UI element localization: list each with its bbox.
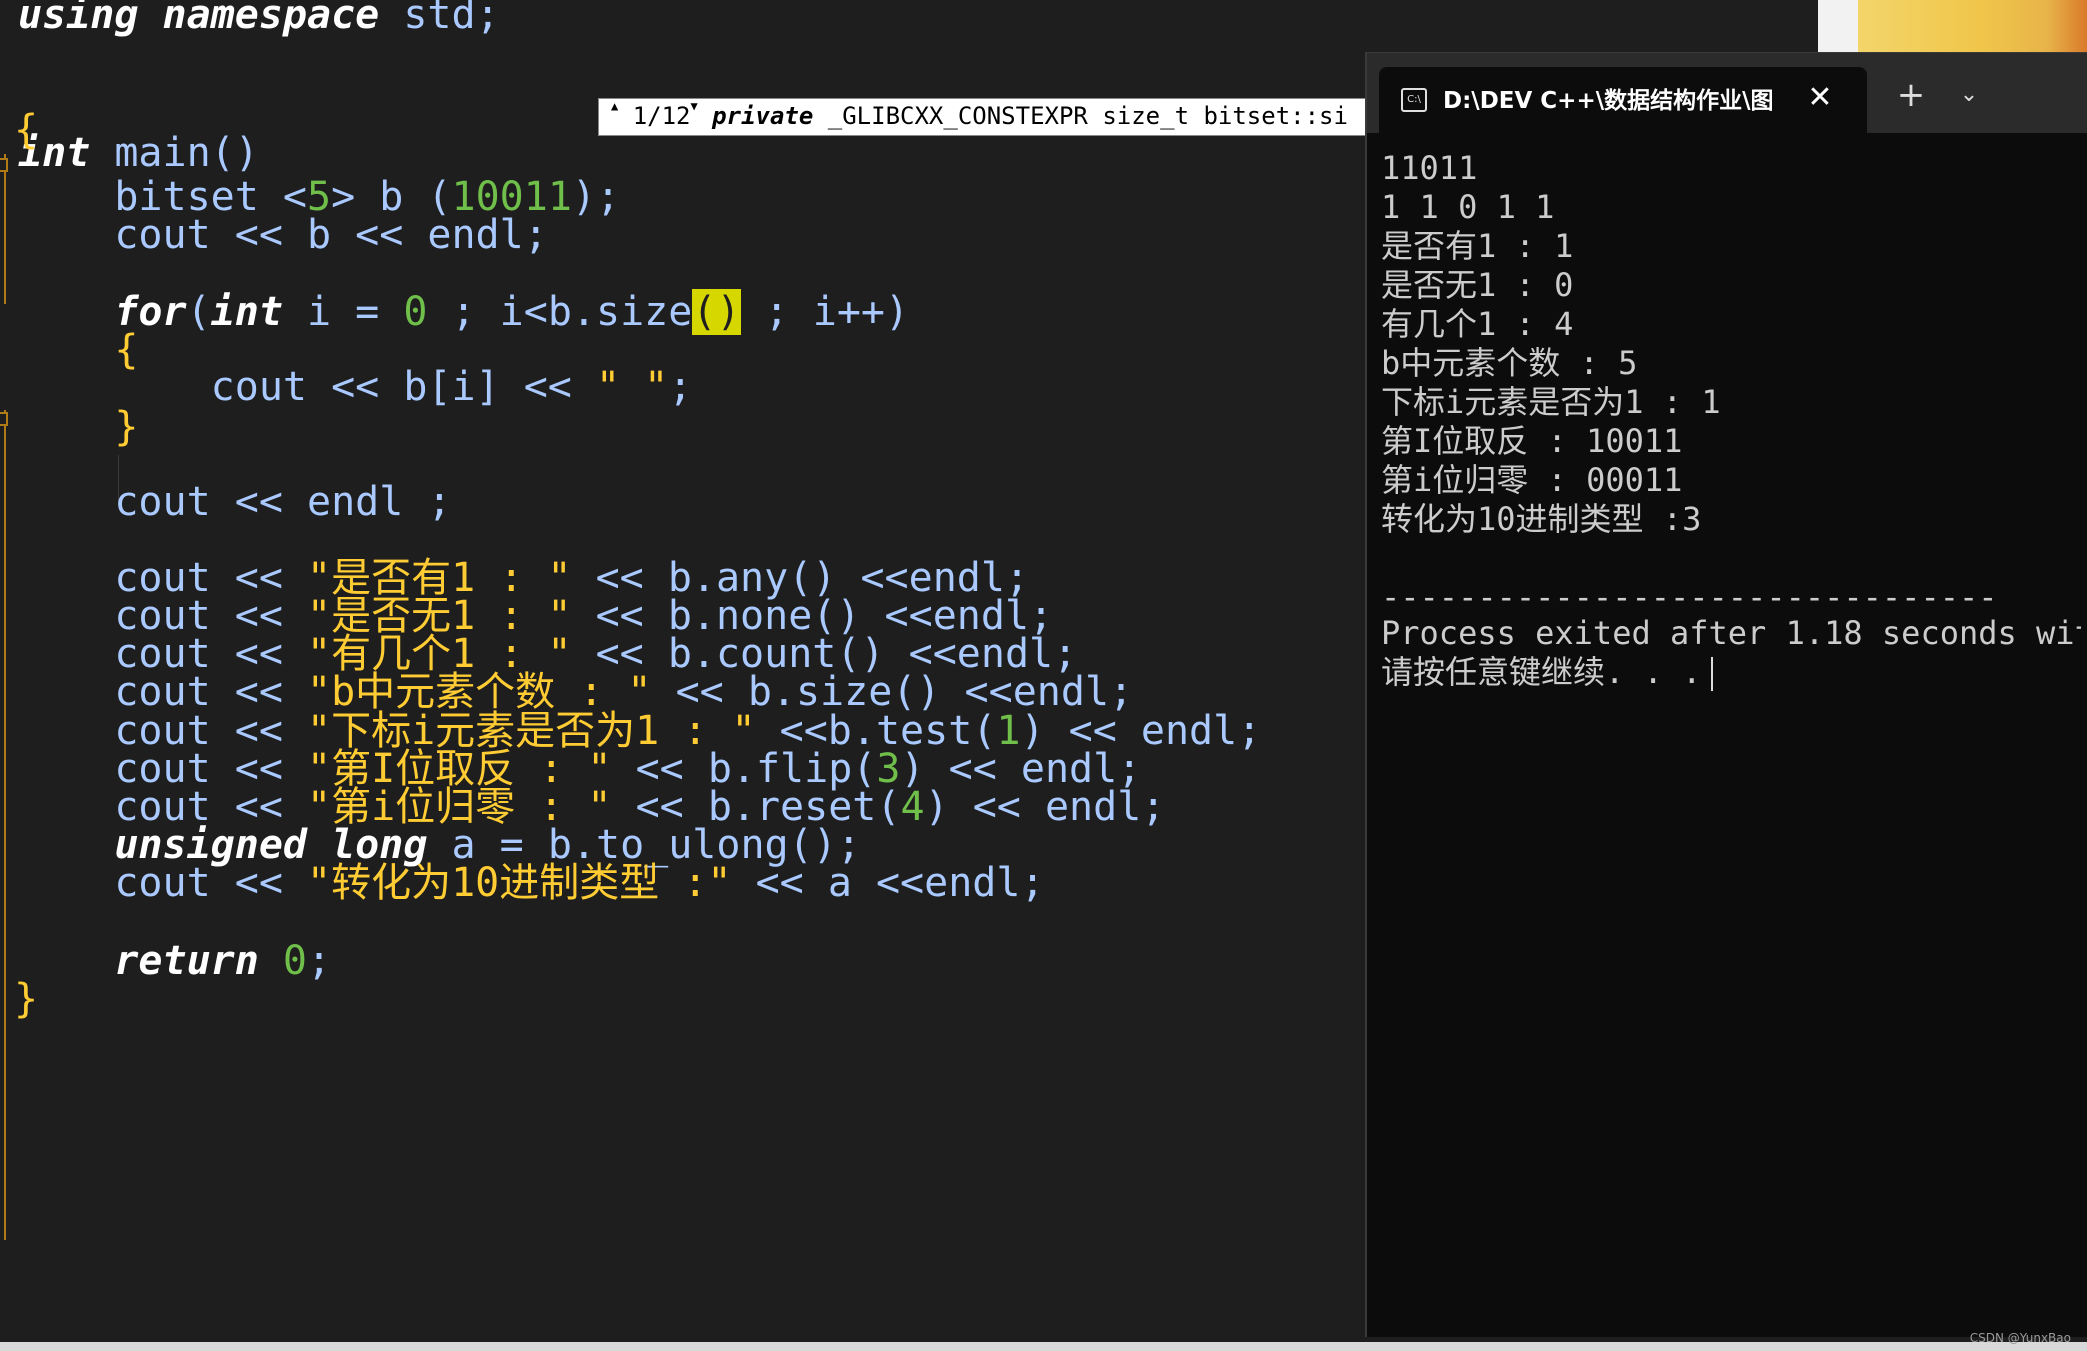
- code-token: ) << endl;: [924, 784, 1166, 830]
- code-line[interactable]: using namespace std;: [18, 0, 500, 40]
- fold-line: [4, 530, 6, 1240]
- new-tab-button[interactable]: +: [1889, 73, 1933, 117]
- code-token: return: [114, 938, 259, 984]
- code-token: ;: [307, 938, 332, 984]
- code-token: ;: [668, 364, 693, 410]
- code-token: 0: [403, 289, 428, 335]
- code-token: (): [692, 289, 741, 335]
- terminal-line: 转化为10进制类型 :3: [1381, 500, 1702, 538]
- fold-toggle-for[interactable]: [0, 412, 8, 426]
- chevron-down-icon[interactable]: ⌄: [1947, 73, 1991, 117]
- bottom-strip: [0, 1342, 2087, 1351]
- fold-toggle-main[interactable]: [0, 158, 8, 172]
- code-token: namespace: [162, 0, 380, 38]
- terminal-titlebar[interactable]: C:\ D:\DEV C++\数据结构作业\图 ✕ + ⌄: [1367, 53, 2087, 133]
- code-line[interactable]: {: [14, 105, 38, 155]
- code-token: {: [14, 107, 39, 153]
- terminal-icon: C:\: [1401, 88, 1427, 112]
- terminal-line: 1 1 0 1 1: [1381, 188, 1555, 226]
- terminal-output[interactable]: 11011 1 1 0 1 1 是否有1 : 1 是否无1 : 0 有几个1 : 4 b中…: [1381, 149, 2081, 692]
- code-token: (: [186, 289, 211, 335]
- close-tab-button[interactable]: ✕: [1799, 77, 1841, 119]
- watermark: CSDN @YunxBao: [1969, 1331, 2071, 1345]
- fold-gutter: [0, 0, 10, 1342]
- terminal-line: Process exited after 1.18 seconds wit: [1381, 614, 2081, 652]
- terminal-line: 是否有1 : 1: [1381, 227, 1574, 265]
- code-token: ; i<b.size: [427, 289, 693, 335]
- code-editor[interactable]: using namespace std; int main(){ bitset <…: [0, 0, 1370, 1342]
- code-token: " ": [595, 364, 669, 410]
- text-cursor: [1711, 657, 1714, 691]
- background-image-strip: [1818, 0, 2087, 55]
- code-line[interactable]: cout << "转化为10进制类型 :" << a <<endl;: [18, 858, 1045, 908]
- code-token: cout << endl ;: [18, 479, 452, 525]
- code-token: }: [18, 404, 139, 450]
- terminal-line: 有几个1 : 4: [1381, 305, 1574, 343]
- code-token: cout <<: [18, 860, 307, 906]
- code-token: "转化为10进制类型 :": [306, 860, 732, 906]
- code-line[interactable]: }: [18, 402, 138, 452]
- code-line[interactable]: cout << endl ;: [18, 477, 451, 527]
- code-token: ; i++): [740, 289, 910, 335]
- terminal-line: 下标i元素是否为1 : 1: [1381, 383, 1721, 421]
- tooltip-signature: _GLIBCXX_CONSTEXPR size_t bitset::si: [827, 102, 1348, 130]
- code-token: main(): [90, 130, 259, 176]
- terminal-line: 第i位归零 : 00011: [1381, 461, 1683, 499]
- tooltip-counter: 1/12: [632, 102, 691, 130]
- code-token: 4: [900, 784, 925, 830]
- terminal-line: 11011: [1381, 149, 1478, 187]
- terminal-line: b中元素个数 : 5: [1381, 344, 1638, 382]
- code-token: int: [210, 289, 283, 335]
- code-line[interactable]: cout << b << endl;: [18, 210, 548, 260]
- code-token: }: [14, 976, 39, 1022]
- code-token: << a <<endl;: [731, 860, 1045, 906]
- tab-title: D:\DEV C++\数据结构作业\图: [1443, 88, 1774, 114]
- terminal-line: 是否无1 : 0: [1381, 266, 1574, 304]
- fold-line: [4, 154, 6, 304]
- code-token: );: [571, 174, 621, 220]
- code-line[interactable]: return 0;: [18, 936, 331, 986]
- terminal-prompt-text: 请按任意键继续. . .: [1381, 653, 1702, 691]
- code-token: std;: [379, 0, 500, 38]
- terminal-window[interactable]: C:\ D:\DEV C++\数据结构作业\图 ✕ + ⌄ 11011 1 1 0…: [1365, 52, 2087, 1337]
- code-line[interactable]: int main(): [18, 128, 259, 178]
- code-token: using: [18, 0, 139, 38]
- tooltip-down-arrow-icon[interactable]: ▼: [690, 99, 697, 113]
- code-token: i =: [282, 289, 404, 335]
- fold-line: [4, 410, 6, 530]
- tooltip-keyword: private: [712, 102, 814, 130]
- code-line[interactable]: }: [14, 974, 38, 1024]
- terminal-line: 请按任意键继续. . .: [1381, 653, 2081, 692]
- terminal-tab[interactable]: C:\ D:\DEV C++\数据结构作业\图 ✕: [1379, 67, 1867, 133]
- signature-tooltip: ▲ 1/12▼ private _GLIBCXX_CONSTEXPR size_…: [598, 98, 1370, 136]
- code-token: cout << b << endl;: [18, 212, 548, 258]
- code-line[interactable]: for(int i = 0 ; i<b.size() ; i++): [18, 287, 909, 337]
- terminal-line: --------------------------------: [1381, 578, 1998, 614]
- terminal-line: 第I位取反 : 10011: [1381, 422, 1683, 460]
- code-token: 0: [282, 938, 308, 984]
- tooltip-up-arrow-icon[interactable]: ▲: [611, 99, 618, 113]
